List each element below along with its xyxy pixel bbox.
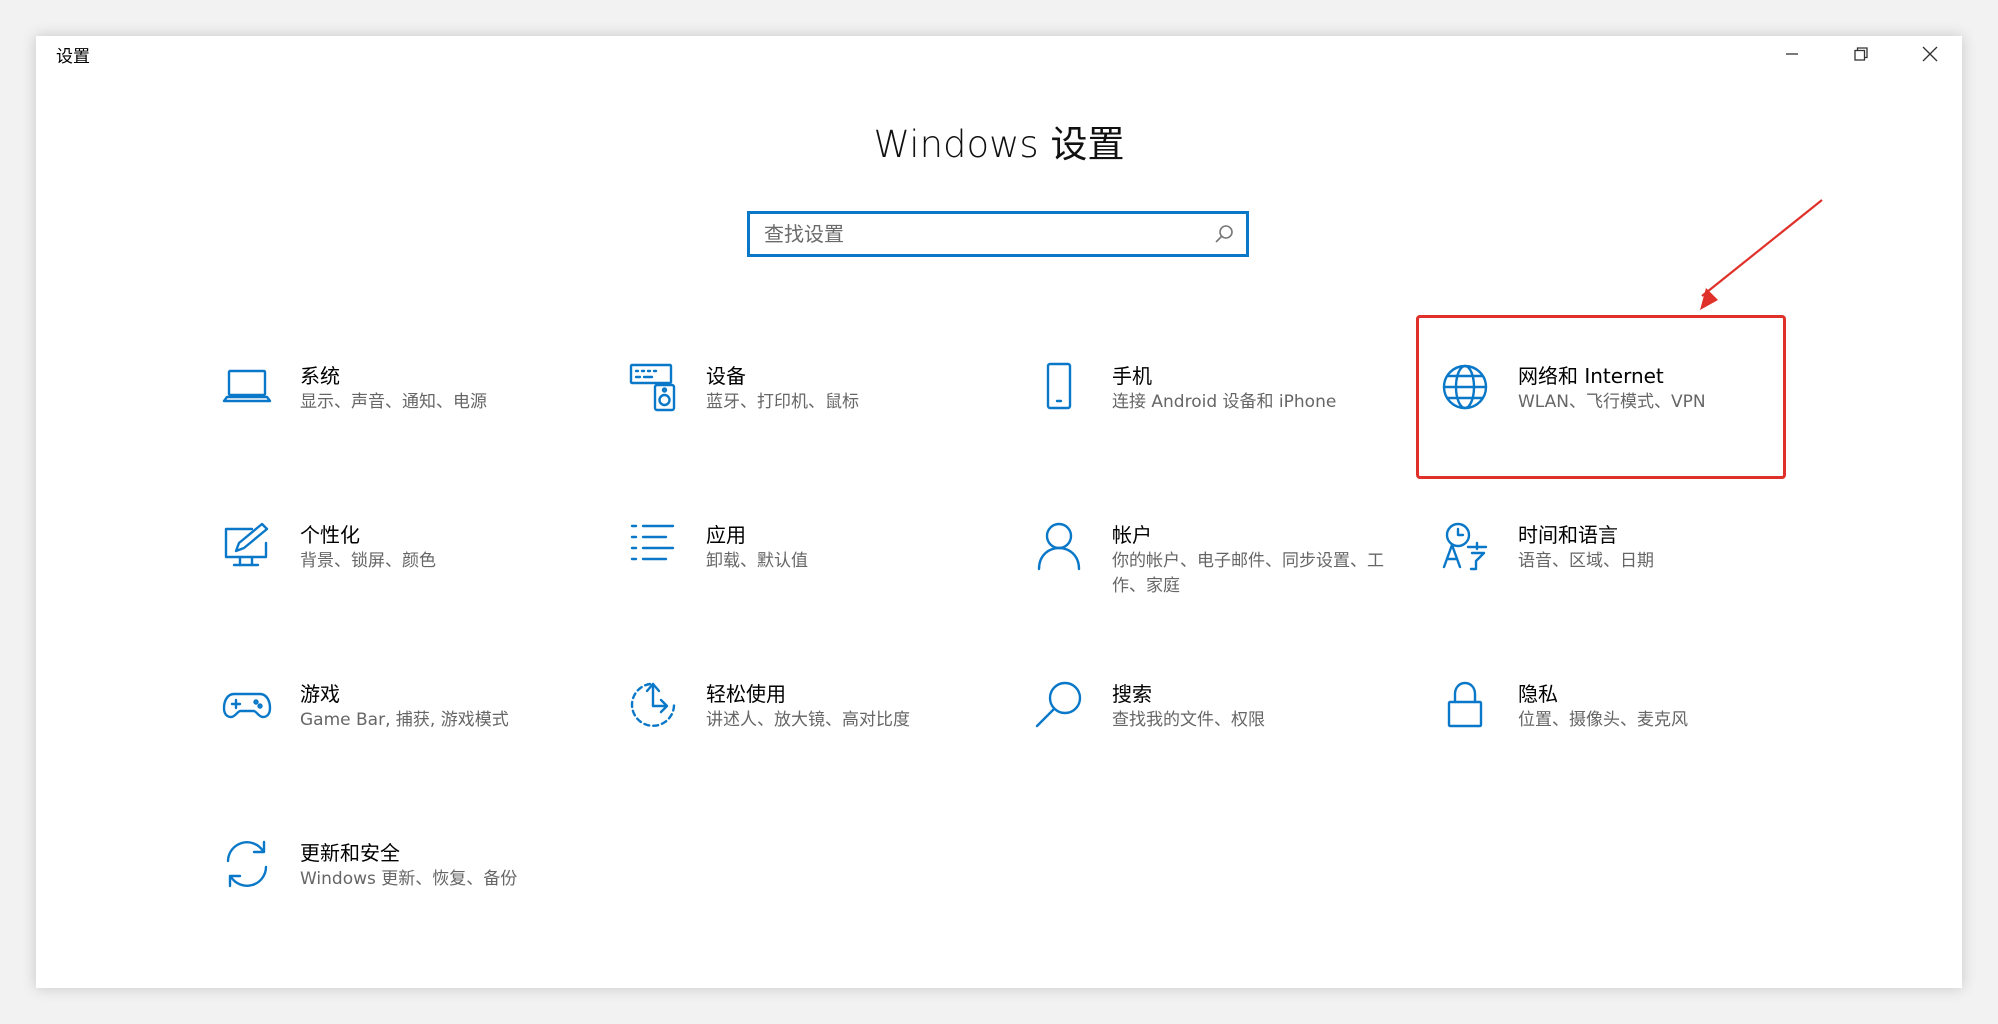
tile-devices[interactable]: 设备 蓝牙、打印机、鼠标 xyxy=(628,362,1008,472)
page-title: Windows 设置 xyxy=(873,123,1125,166)
tile-accounts[interactable]: 帐户 你的帐户、电子邮件、同步设置、工作、家庭 xyxy=(1034,521,1414,631)
tile-description: 查找我的文件、权限 xyxy=(1112,710,1265,730)
tile-search[interactable]: 搜索 查找我的文件、权限 xyxy=(1034,680,1414,790)
annotation-highlight-box xyxy=(1416,315,1786,479)
minimize-button[interactable] xyxy=(1758,36,1826,72)
tile-title: 轻松使用 xyxy=(706,682,786,706)
tile-title: 隐私 xyxy=(1518,682,1558,706)
ease-of-access-icon xyxy=(628,680,678,730)
tile-title: 游戏 xyxy=(300,682,340,706)
tile-title: 更新和安全 xyxy=(300,841,400,865)
tile-description: 语音、区域、日期 xyxy=(1518,551,1654,571)
apps-list-icon xyxy=(628,521,678,571)
tile-title: 个性化 xyxy=(300,523,360,547)
search-box[interactable] xyxy=(747,211,1249,257)
tile-description: 连接 Android 设备和 iPhone xyxy=(1112,392,1337,412)
tile-description: 位置、摄像头、麦克风 xyxy=(1518,710,1688,730)
window-title: 设置 xyxy=(56,47,90,67)
tile-gaming[interactable]: 游戏 Game Bar, 捕获, 游戏模式 xyxy=(222,680,602,790)
annotation-arrow-icon xyxy=(1700,199,1823,310)
tile-description: 背景、锁屏、颜色 xyxy=(300,551,436,571)
person-icon xyxy=(1034,521,1084,571)
tile-title: 搜索 xyxy=(1112,682,1152,706)
tile-privacy[interactable]: 隐私 位置、摄像头、麦克风 xyxy=(1440,680,1820,790)
tile-description: 讲述人、放大镜、高对比度 xyxy=(706,710,910,730)
tile-title: 帐户 xyxy=(1112,523,1152,547)
tile-phone[interactable]: 手机 连接 Android 设备和 iPhone xyxy=(1034,362,1414,472)
lock-icon xyxy=(1440,680,1490,730)
gamepad-icon xyxy=(222,680,272,730)
title-bar: 设置 xyxy=(36,36,1962,80)
restore-icon xyxy=(1854,47,1868,61)
search-magnifier-icon xyxy=(1034,680,1084,730)
tile-apps[interactable]: 应用 卸载、默认值 xyxy=(628,521,1008,631)
minimize-icon xyxy=(1786,53,1798,55)
tile-title: 应用 xyxy=(706,523,746,547)
tile-title: 时间和语言 xyxy=(1518,523,1618,547)
search-icon[interactable] xyxy=(1214,224,1234,244)
search-input[interactable] xyxy=(750,214,1204,254)
tile-description: 卸载、默认值 xyxy=(706,551,808,571)
phone-icon xyxy=(1034,362,1084,412)
tile-description: 蓝牙、打印机、鼠标 xyxy=(706,392,859,412)
tile-description: Windows 更新、恢复、备份 xyxy=(300,869,518,889)
tile-ease-of-access[interactable]: 轻松使用 讲述人、放大镜、高对比度 xyxy=(628,680,1008,790)
tile-description: 你的帐户、电子邮件、同步设置、工作、家庭 xyxy=(1112,551,1384,596)
tile-title: 手机 xyxy=(1112,364,1152,388)
tile-title: 设备 xyxy=(706,364,746,388)
close-icon xyxy=(1922,46,1938,62)
tile-time-language[interactable]: 时间和语言 语音、区域、日期 xyxy=(1440,521,1820,631)
laptop-icon xyxy=(222,362,272,412)
restore-button[interactable] xyxy=(1827,36,1895,72)
time-language-icon xyxy=(1440,521,1490,571)
personalization-icon xyxy=(222,521,272,571)
tile-description: Game Bar, 捕获, 游戏模式 xyxy=(300,710,509,730)
tile-system[interactable]: 系统 显示、声音、通知、电源 xyxy=(222,362,602,472)
close-button[interactable] xyxy=(1896,36,1964,72)
tile-update-security[interactable]: 更新和安全 Windows 更新、恢复、备份 xyxy=(222,839,602,949)
devices-icon xyxy=(628,362,678,412)
tile-personalization[interactable]: 个性化 背景、锁屏、颜色 xyxy=(222,521,602,631)
settings-window: 设置 Windows 设置 系统 显示、声音、通知、电源 xyxy=(36,36,1962,988)
tile-description: 显示、声音、通知、电源 xyxy=(300,392,487,412)
tile-title: 系统 xyxy=(300,364,340,388)
sync-icon xyxy=(222,839,272,889)
